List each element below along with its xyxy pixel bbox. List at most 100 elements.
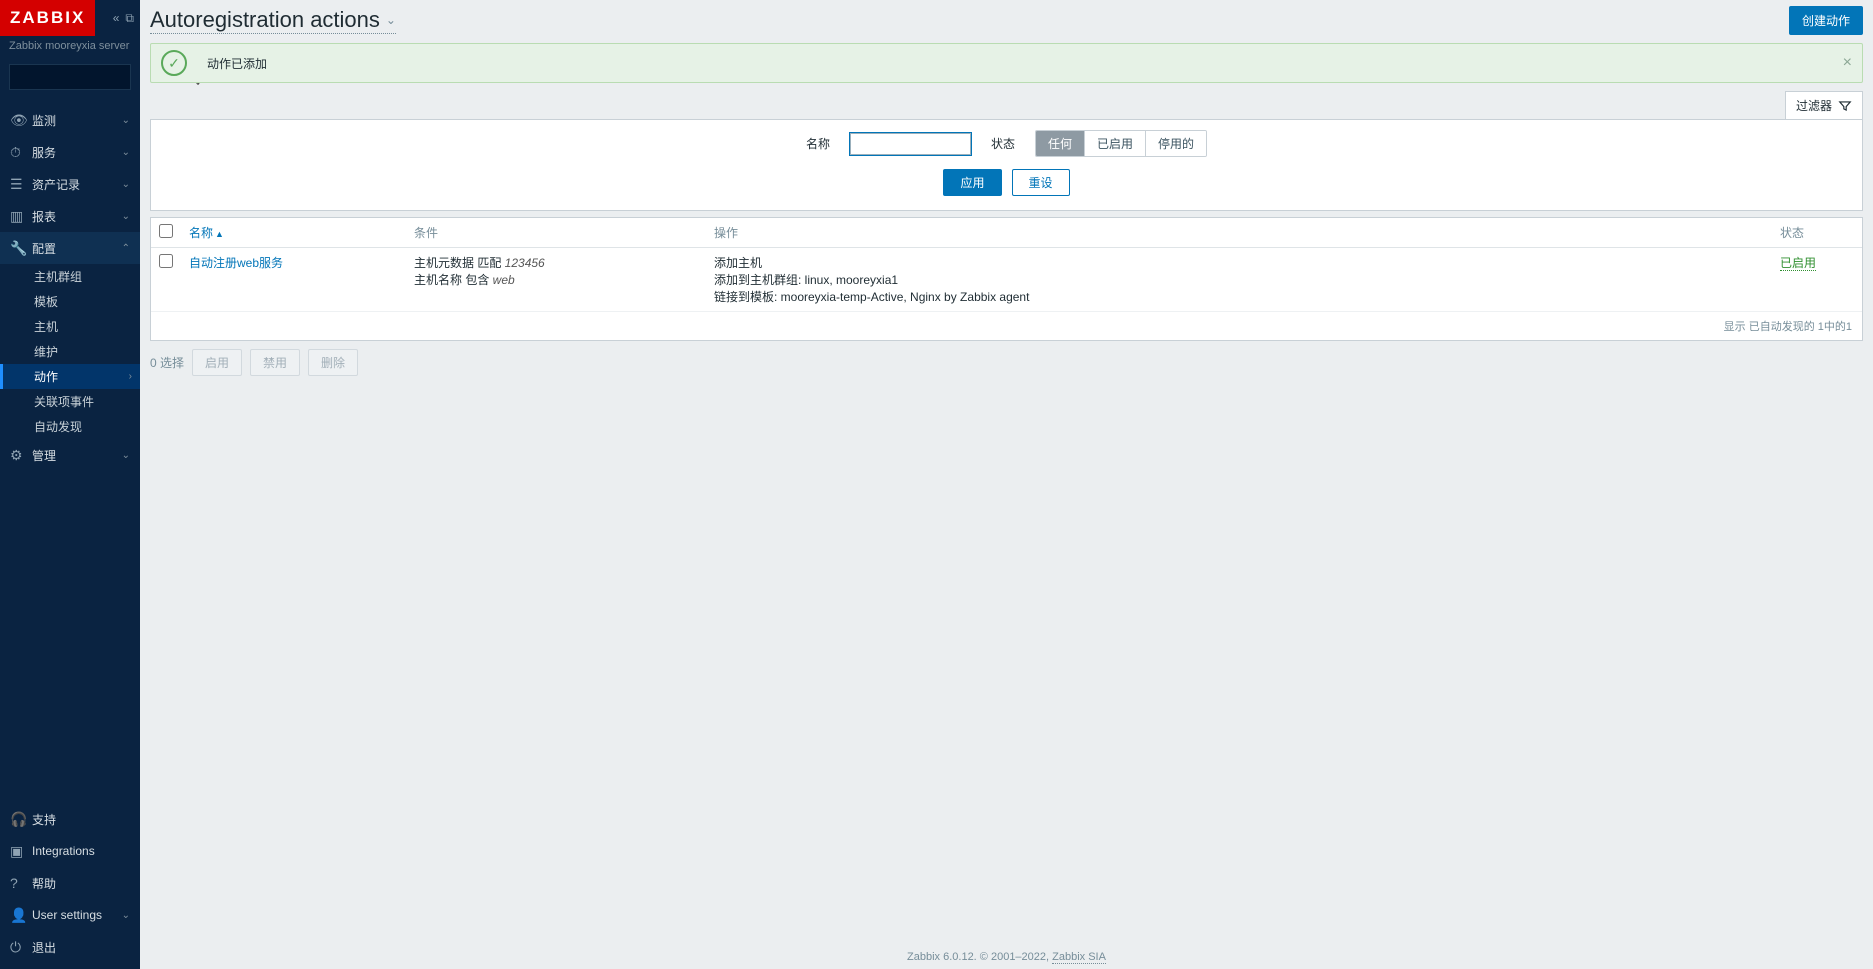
cond-value: 123456 bbox=[505, 256, 545, 270]
bulk-disable-button[interactable]: 禁用 bbox=[250, 349, 300, 376]
nav-user-settings[interactable]: 👤 User settings ⌄ bbox=[0, 899, 140, 931]
chevron-down-icon: ⌄ bbox=[122, 179, 130, 190]
filter-tab-label: 过滤器 bbox=[1796, 97, 1832, 114]
action-name-link[interactable]: 自动注册web服务 bbox=[189, 256, 283, 270]
nav-integrations[interactable]: ▣ Integrations bbox=[0, 835, 140, 867]
op-line: 链接到模板: mooreyxia-temp-Active, Nginx by Z… bbox=[714, 288, 1764, 305]
subnav-discovery[interactable]: 自动发现 bbox=[0, 414, 140, 439]
subnav-actions-label: 动作 bbox=[34, 368, 58, 385]
filter-status-disabled[interactable]: 停用的 bbox=[1145, 131, 1206, 156]
table-footer-summary: 显示 已自动发现的 1中的1 bbox=[151, 312, 1862, 340]
nav-config-submenu: 主机群组 模板 主机 维护 动作 › 关联项事件 自动发现 bbox=[0, 264, 140, 439]
square-z-icon: ▣ bbox=[10, 843, 32, 860]
filter-apply-button[interactable]: 应用 bbox=[943, 169, 1001, 196]
chevron-down-icon: ⌄ bbox=[122, 910, 130, 921]
page-title-dropdown[interactable]: Autoregistration actions ⌄ bbox=[150, 7, 396, 34]
filter-reset-button[interactable]: 重设 bbox=[1012, 169, 1070, 196]
chevron-down-icon: ⌄ bbox=[122, 450, 130, 461]
nav-monitor[interactable]: 👁 监测 ⌄ bbox=[0, 104, 140, 136]
nav-inventory-label: 资产记录 bbox=[32, 176, 122, 193]
sidebar-collapse-icon[interactable]: « bbox=[113, 11, 120, 26]
filter-name-input[interactable] bbox=[850, 133, 971, 155]
nav-help-label: 帮助 bbox=[32, 875, 130, 892]
filter-status-any[interactable]: 任何 bbox=[1036, 131, 1084, 156]
nav-logout[interactable]: ⏻ 退出 bbox=[0, 931, 140, 963]
op-line: 添加到主机群组: linux, mooreyxia1 bbox=[714, 271, 1764, 288]
page-footer: Zabbix 6.0.12. © 2001–2022, Zabbix SIA bbox=[150, 931, 1863, 969]
subnav-maintenance[interactable]: 维护 bbox=[0, 339, 140, 364]
chart-icon: ▥ bbox=[10, 208, 32, 225]
check-circle-icon: ✓ bbox=[161, 50, 187, 76]
chevron-down-icon: ⌄ bbox=[122, 115, 130, 126]
chevron-up-icon: ⌃ bbox=[122, 243, 130, 254]
nav-admin-label: 管理 bbox=[32, 447, 122, 464]
list-icon: ☰ bbox=[10, 176, 32, 193]
bulk-enable-button[interactable]: 启用 bbox=[192, 349, 242, 376]
subnav-templates[interactable]: 模板 bbox=[0, 289, 140, 314]
op-line: 添加主机 bbox=[714, 254, 1764, 271]
chevron-down-icon: ⌄ bbox=[122, 147, 130, 158]
alert-close-icon[interactable]: × bbox=[1843, 54, 1852, 72]
create-action-button[interactable]: 创建动作 bbox=[1789, 6, 1863, 35]
col-name-sort[interactable]: 名称▲ bbox=[189, 226, 224, 240]
nav-inventory[interactable]: ☰ 资产记录 ⌄ bbox=[0, 168, 140, 200]
col-conditions: 条件 bbox=[406, 218, 706, 248]
logo[interactable]: ZABBIX bbox=[0, 0, 95, 36]
subnav-actions[interactable]: 动作 › bbox=[0, 364, 140, 389]
nav-monitor-label: 监测 bbox=[32, 112, 122, 129]
sort-asc-icon: ▲ bbox=[215, 229, 224, 239]
nav-services[interactable]: ⏱ 服务 ⌄ bbox=[0, 136, 140, 168]
nav-support[interactable]: 🎧 支持 bbox=[0, 803, 140, 835]
success-alert: ✓ 动作已添加 × bbox=[150, 43, 1863, 83]
bulk-delete-button[interactable]: 删除 bbox=[308, 349, 358, 376]
global-search[interactable]: 🔍 bbox=[9, 64, 131, 90]
filter-toggle-tab[interactable]: 过滤器 bbox=[1785, 91, 1863, 119]
nav-support-label: 支持 bbox=[32, 811, 130, 828]
user-icon: 👤 bbox=[10, 907, 32, 924]
question-icon: ? bbox=[10, 875, 32, 891]
nav-help[interactable]: ? 帮助 bbox=[0, 867, 140, 899]
cond-text: 主机元数据 匹配 bbox=[414, 256, 505, 270]
chevron-right-icon: › bbox=[129, 371, 132, 382]
chevron-down-icon: ⌄ bbox=[122, 211, 130, 222]
filter-status-enabled[interactable]: 已启用 bbox=[1084, 131, 1145, 156]
nav-user-settings-label: User settings bbox=[32, 908, 122, 922]
subnav-hostgroups[interactable]: 主机群组 bbox=[0, 264, 140, 289]
alert-message: 动作已添加 bbox=[207, 55, 267, 72]
subnav-correlation[interactable]: 关联项事件 bbox=[0, 389, 140, 414]
cond-text: 主机名称 包含 bbox=[414, 273, 493, 287]
col-name-label: 名称 bbox=[189, 226, 213, 240]
nav-admin[interactable]: ⚙ 管理 ⌄ bbox=[0, 439, 140, 471]
table-row: 自动注册web服务 主机元数据 匹配 123456 主机名称 包含 web 添加… bbox=[151, 248, 1862, 312]
status-toggle[interactable]: 已启用 bbox=[1780, 256, 1816, 271]
main-content: Autoregistration actions ⌄ 创建动作 ✓ 动作已添加 … bbox=[140, 0, 1873, 969]
selected-count: 0 选择 bbox=[150, 354, 184, 371]
chevron-down-icon: ⌄ bbox=[386, 13, 396, 27]
stopwatch-icon: ⏱ bbox=[10, 144, 32, 161]
col-status: 状态 bbox=[1772, 218, 1862, 248]
eye-icon: 👁 bbox=[10, 112, 32, 129]
headset-icon: 🎧 bbox=[10, 811, 32, 828]
select-all-checkbox[interactable] bbox=[159, 224, 173, 238]
power-icon: ⏻ bbox=[10, 939, 32, 956]
row-checkbox[interactable] bbox=[159, 254, 173, 268]
filter-status-segment: 任何 已启用 停用的 bbox=[1035, 130, 1207, 157]
server-name: Zabbix mooreyxia server bbox=[0, 36, 140, 60]
filter-name-label: 名称 bbox=[806, 135, 830, 152]
filter-panel: 名称 状态 任何 已启用 停用的 应用 重设 bbox=[150, 119, 1863, 211]
sidebar-popout-icon[interactable]: ⧉ bbox=[125, 11, 134, 26]
nav-reports[interactable]: ▥ 报表 ⌄ bbox=[0, 200, 140, 232]
sidebar: ZABBIX « ⧉ Zabbix mooreyxia server 🔍 👁 监… bbox=[0, 0, 140, 969]
nav-services-label: 服务 bbox=[32, 144, 122, 161]
footer-text: Zabbix 6.0.12. © 2001–2022, bbox=[907, 951, 1052, 963]
footer-link[interactable]: Zabbix SIA bbox=[1052, 951, 1106, 964]
subnav-hosts[interactable]: 主机 bbox=[0, 314, 140, 339]
nav-config[interactable]: 🔧 配置 ⌃ bbox=[0, 232, 140, 264]
nav-config-label: 配置 bbox=[32, 240, 122, 257]
filter-status-label: 状态 bbox=[991, 135, 1015, 152]
wrench-icon: 🔧 bbox=[10, 240, 32, 257]
cond-value: web bbox=[493, 273, 515, 287]
gear-icon: ⚙ bbox=[10, 447, 32, 464]
nav-reports-label: 报表 bbox=[32, 208, 122, 225]
col-operations: 操作 bbox=[706, 218, 1772, 248]
